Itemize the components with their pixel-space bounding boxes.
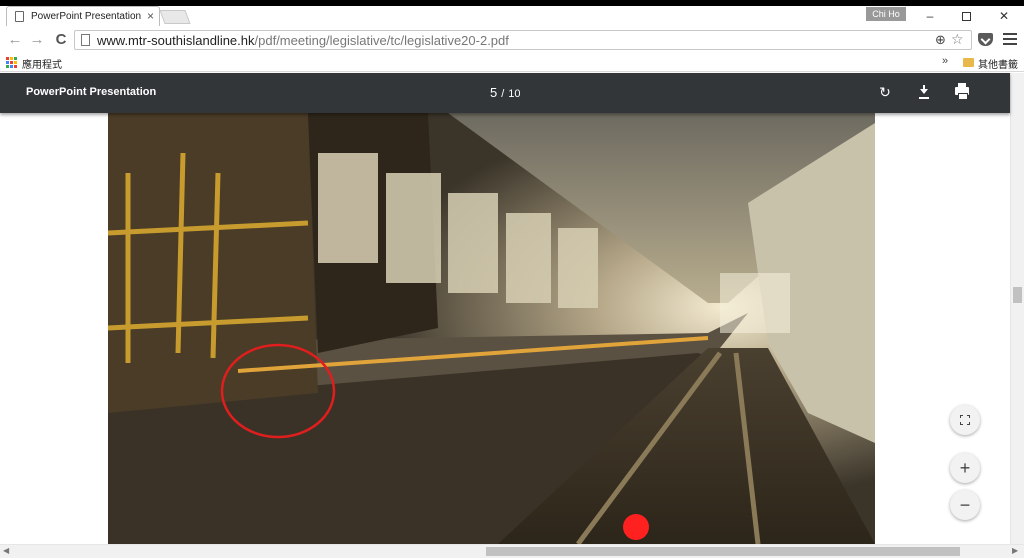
page-separator: / — [501, 88, 505, 100]
fit-to-page-button[interactable] — [950, 405, 980, 435]
minimize-button[interactable]: – — [912, 6, 948, 26]
download-icon[interactable] — [915, 83, 933, 101]
horizontal-scrollbar[interactable]: ◀ ▶ — [0, 544, 1024, 558]
zoom-out-button[interactable]: − — [950, 490, 980, 520]
fit-to-page-icon — [960, 415, 970, 425]
forward-icon[interactable]: → — [28, 31, 46, 49]
tab-title: PowerPoint Presentation — [31, 11, 142, 22]
vertical-scrollbar[interactable] — [1010, 73, 1024, 544]
maximize-icon — [961, 12, 971, 22]
signal-light-icon — [623, 514, 649, 540]
horizontal-scroll-thumb[interactable] — [486, 547, 960, 556]
scroll-right-icon[interactable]: ▶ — [1012, 546, 1018, 555]
page-icon — [81, 34, 90, 46]
tunnel-end-light — [720, 273, 790, 333]
tab-close-icon[interactable]: × — [147, 9, 154, 23]
profile-badge[interactable]: Chi Ho — [866, 7, 906, 21]
pdf-title: PowerPoint Presentation — [26, 86, 157, 98]
bookmarks-bar: 應用程式 » 其他書籤 — [0, 54, 1024, 72]
back-icon[interactable]: ← — [6, 31, 24, 49]
url-host: www.mtr-southislandline.hk — [97, 33, 255, 48]
bookmarks-overflow-icon[interactable]: » — [942, 55, 948, 67]
close-window-button[interactable]: ✕ — [986, 6, 1022, 26]
page-indicator: 5 /10 — [490, 84, 521, 102]
maximize-button[interactable] — [948, 6, 984, 26]
apps-icon[interactable] — [6, 57, 17, 68]
other-bookmarks-label[interactable]: 其他書籤 — [978, 56, 1018, 71]
bookmark-items — [68, 57, 838, 69]
vertical-scroll-thumb[interactable] — [1013, 287, 1022, 303]
slide-image — [108, 113, 875, 544]
rotate-icon[interactable]: ↻ — [876, 83, 894, 101]
scroll-left-icon[interactable]: ◀ — [3, 546, 9, 555]
zoom-icon[interactable]: ⊕ — [935, 32, 946, 48]
page-icon — [15, 11, 24, 22]
pocket-icon[interactable] — [978, 33, 993, 46]
url-text: www.mtr-southislandline.hk/pdf/meeting/l… — [97, 33, 509, 48]
zoom-in-button[interactable]: + — [950, 453, 980, 483]
folder-icon — [963, 58, 974, 67]
tab-bar: PowerPoint Presentation × Chi Ho – ✕ — [0, 6, 1024, 26]
url-path: /pdf/meeting/legislative/tc/legislative2… — [254, 33, 509, 48]
pdf-toolbar: PowerPoint Presentation 5 /10 ↻ — [0, 73, 1010, 113]
print-icon[interactable] — [953, 83, 971, 101]
navigation-bar: ← → C www.mtr-southislandline.hk/pdf/mee… — [0, 26, 1024, 54]
reload-icon[interactable]: C — [52, 31, 70, 49]
total-pages: 10 — [508, 88, 521, 100]
address-bar[interactable]: www.mtr-southislandline.hk/pdf/meeting/l… — [74, 30, 972, 50]
current-page[interactable]: 5 — [490, 85, 497, 100]
menu-icon[interactable] — [1003, 33, 1017, 45]
browser-tab[interactable]: PowerPoint Presentation × — [6, 6, 160, 26]
tunnel-photo — [108, 113, 875, 544]
bookmark-star-icon[interactable]: ☆ — [951, 31, 964, 48]
apps-label[interactable]: 應用程式 — [22, 56, 62, 71]
new-tab-button[interactable] — [159, 10, 191, 24]
